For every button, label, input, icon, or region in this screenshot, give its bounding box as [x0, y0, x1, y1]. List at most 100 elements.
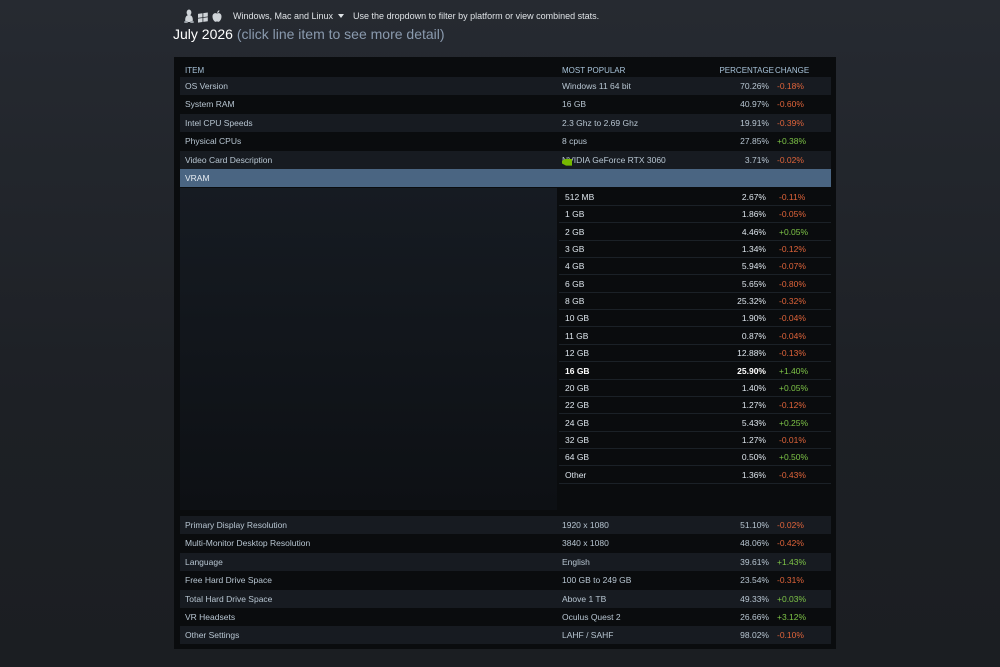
table-row-os-version[interactable]: OS Version Windows 11 64 bit 70.26% -0.18% — [180, 77, 831, 95]
vram-row-16-gb[interactable]: 16 GB 25.90% +1.40% — [559, 362, 831, 380]
vram-percentage: 1.86% — [741, 209, 766, 220]
report-month: July 2026 — [173, 26, 233, 42]
row-percentage: 48.06% — [740, 538, 769, 549]
vram-change: -0.80% — [779, 278, 806, 289]
vram-size-label: 6 GB — [565, 278, 585, 289]
vram-change: +0.50% — [779, 452, 809, 463]
hardware-stats-table: ITEM MOST POPULAR PERCENTAGE CHANGE OS V… — [174, 57, 836, 649]
vram-change: +0.05% — [779, 226, 809, 237]
vram-change: -0.11% — [779, 192, 806, 202]
row-item-label: Video Card Description — [185, 154, 273, 165]
vram-size-label: 10 GB — [565, 313, 590, 324]
row-item-label: Intel CPU Speeds — [185, 117, 253, 128]
row-change: -0.42% — [777, 538, 804, 549]
vram-row-24-gb[interactable]: 24 GB 5.43% +0.25% — [559, 414, 831, 432]
table-row-other-settings[interactable]: Other Settings LAHF / SAHF 98.02% -0.10% — [180, 626, 831, 645]
vram-change: +1.40% — [779, 365, 809, 376]
vram-label: VRAM — [185, 173, 210, 183]
vram-size-label: 32 GB — [565, 434, 590, 445]
vram-row-512-mb[interactable]: 512 MB 2.67% -0.11% — [559, 188, 831, 206]
vram-row-1-gb[interactable]: 1 GB 1.86% -0.05% — [559, 205, 831, 224]
row-most-popular: 2.3 Ghz to 2.69 Ghz — [562, 117, 639, 128]
table-row-video-card-description[interactable]: Video Card Description NVIDIA GeForce RTX… — [180, 150, 831, 169]
vram-row-other[interactable]: Other 1.36% -0.43% — [559, 466, 831, 484]
vram-row-4-gb[interactable]: 4 GB 5.94% -0.07% — [559, 257, 831, 276]
vram-percentage: 1.27% — [741, 400, 766, 411]
row-most-popular: Oculus Quest 2 — [562, 612, 621, 622]
vram-size-label: 12 GB — [565, 348, 590, 359]
row-percentage: 19.91% — [740, 117, 769, 128]
vram-change: -0.04% — [779, 330, 806, 341]
vram-row-20-gb[interactable]: 20 GB 1.40% +0.05% — [559, 379, 831, 397]
platform-dropdown[interactable]: Windows, Mac and Linux — [233, 11, 353, 21]
vram-detail-spacer — [180, 188, 557, 510]
vram-percentage: 1.90% — [741, 313, 766, 324]
table-row-primary-display-resolution[interactable]: Primary Display Resolution 1920 x 1080 51.… — [180, 516, 831, 534]
row-percentage: 98.02% — [740, 630, 769, 641]
vram-row-6-gb[interactable]: 6 GB 5.65% -0.80% — [559, 275, 831, 293]
column-header-popular: MOST POPULAR — [562, 66, 626, 75]
column-header-percentage: PERCENTAGE — [719, 66, 774, 75]
table-row-free-hard-drive-space[interactable]: Free Hard Drive Space 100 GB to 249 GB 23.… — [180, 571, 831, 589]
column-header-change: CHANGE — [775, 66, 810, 75]
vram-percentage: 12.88% — [737, 348, 766, 359]
table-row-system-ram[interactable]: System RAM 16 GB 40.97% -0.60% — [180, 95, 831, 113]
row-most-popular: 100 GB to 249 GB — [562, 575, 632, 586]
vram-row-8-gb[interactable]: 8 GB 25.32% -0.32% — [559, 292, 831, 311]
row-item-label: OS Version — [185, 81, 228, 91]
vram-row-2-gb[interactable]: 2 GB 4.46% +0.05% — [559, 223, 831, 241]
vram-size-label: Other — [565, 469, 587, 480]
row-item-label: Physical CPUs — [185, 136, 242, 147]
table-row-vram[interactable]: VRAM — [180, 169, 831, 187]
vram-size-label: 512 MB — [565, 192, 595, 202]
row-most-popular: Above 1 TB — [562, 593, 607, 604]
vram-size-label: 1 GB — [565, 209, 585, 220]
linux-icon[interactable] — [183, 9, 195, 23]
vram-change: +0.05% — [779, 382, 809, 393]
platform-dropdown-label: Windows, Mac and Linux — [233, 11, 334, 21]
vram-percentage: 4.46% — [741, 226, 766, 237]
row-most-popular: NVIDIA GeForce RTX 3060 — [562, 154, 666, 166]
table-row-language[interactable]: Language English 39.61% +1.43% — [180, 552, 831, 571]
row-item-label: Other Settings — [185, 630, 240, 641]
vram-change: -0.12% — [779, 244, 806, 255]
table-row-vr-headsets[interactable]: VR Headsets Oculus Quest 2 26.66% +3.12% — [180, 608, 831, 626]
row-item-label: Primary Display Resolution — [185, 520, 288, 530]
windows-icon[interactable] — [197, 9, 209, 23]
vram-row-3-gb[interactable]: 3 GB 1.34% -0.12% — [559, 240, 831, 259]
row-change: -0.39% — [777, 117, 804, 128]
vram-percentage: 25.32% — [737, 296, 766, 307]
vram-change: -0.04% — [779, 313, 806, 324]
vram-change: -0.05% — [779, 209, 806, 220]
table-row-physical-cpus[interactable]: Physical CPUs 8 cpus 27.85% +0.38% — [180, 132, 831, 150]
apple-icon[interactable] — [211, 9, 223, 23]
vram-row-64-gb[interactable]: 64 GB 0.50% +0.50% — [559, 448, 831, 467]
column-header-item: ITEM — [185, 66, 205, 75]
row-percentage: 70.26% — [740, 81, 769, 91]
vram-percentage: 5.94% — [741, 261, 766, 272]
table-row-multi-monitor-desktop-resolution[interactable]: Multi-Monitor Desktop Resolution 3840 x 1… — [180, 534, 831, 552]
vram-size-label: 3 GB — [565, 244, 585, 255]
vram-change: -0.32% — [779, 296, 806, 307]
row-most-popular: English — [562, 556, 590, 567]
vram-percentage: 5.65% — [741, 278, 766, 289]
vram-size-label: 64 GB — [565, 452, 590, 463]
row-most-popular: 8 cpus — [562, 136, 588, 147]
vram-percentage: 2.67% — [741, 192, 766, 202]
vram-row-22-gb[interactable]: 22 GB 1.27% -0.12% — [559, 396, 831, 415]
row-most-popular: 1920 x 1080 — [562, 520, 609, 530]
vram-row-12-gb[interactable]: 12 GB 12.88% -0.13% — [559, 344, 831, 363]
row-percentage: 39.61% — [740, 556, 769, 567]
row-percentage: 23.54% — [740, 575, 769, 586]
vram-row-10-gb[interactable]: 10 GB 1.90% -0.04% — [559, 309, 831, 328]
table-row-intel-cpu-speeds[interactable]: Intel CPU Speeds 2.3 Ghz to 2.69 Ghz 19.91… — [180, 113, 831, 132]
gpu-name: NVIDIA GeForce RTX 3060 — [562, 154, 666, 165]
row-most-popular: Windows 11 64 bit — [562, 81, 631, 91]
vram-row-11-gb[interactable]: 11 GB 0.87% -0.04% — [559, 327, 831, 345]
vram-size-label: 11 GB — [565, 330, 589, 341]
filter-hint: Use the dropdown to filter by platform o… — [353, 11, 600, 21]
table-row-total-hard-drive-space[interactable]: Total Hard Drive Space Above 1 TB 49.33% +0… — [180, 589, 831, 608]
row-item-label: System RAM — [185, 99, 235, 110]
vram-row-32-gb[interactable]: 32 GB 1.27% -0.01% — [559, 431, 831, 449]
vram-percentage: 1.36% — [741, 469, 766, 480]
